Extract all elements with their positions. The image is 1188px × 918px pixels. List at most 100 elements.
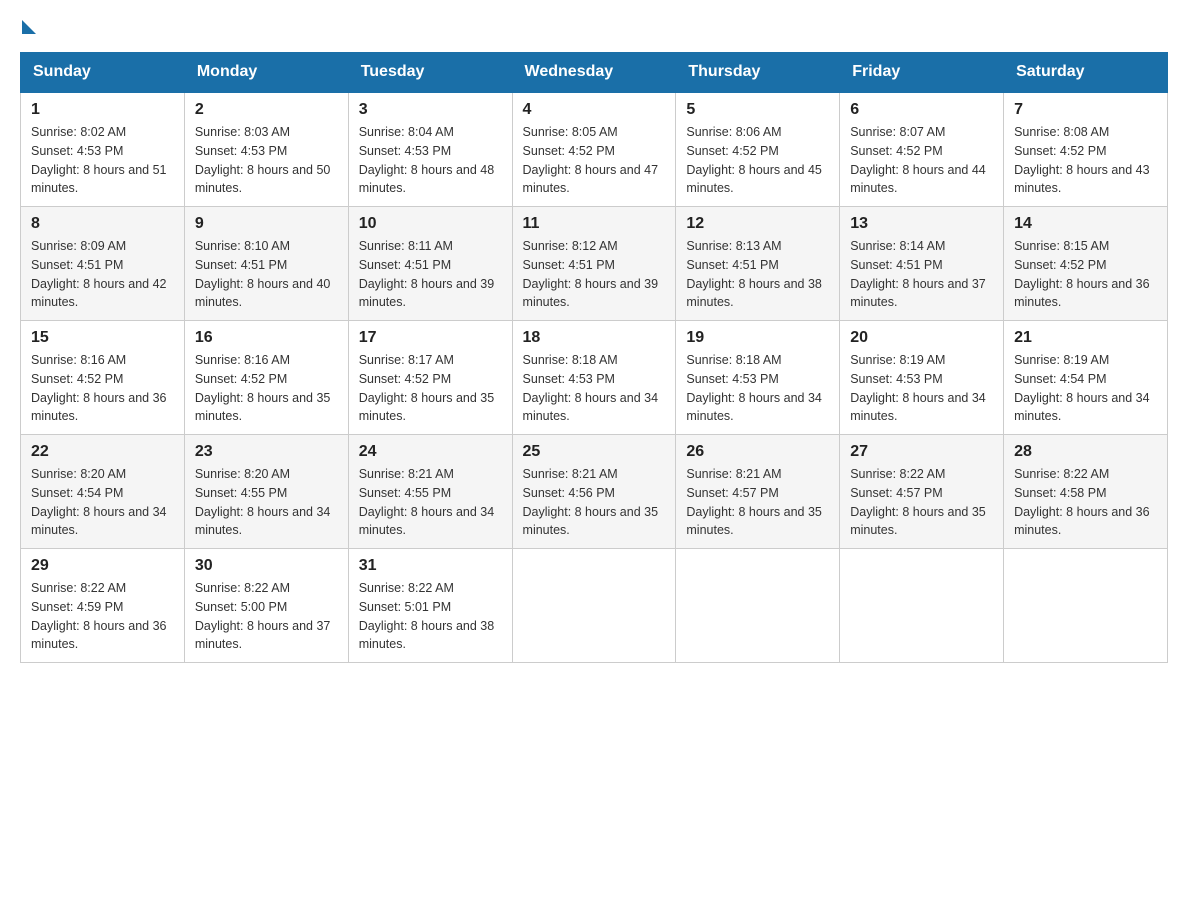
day-number: 29 (31, 557, 174, 575)
day-info: Sunrise: 8:20 AMSunset: 4:55 PMDaylight:… (195, 465, 338, 540)
day-info: Sunrise: 8:21 AMSunset: 4:55 PMDaylight:… (359, 465, 502, 540)
day-info: Sunrise: 8:03 AMSunset: 4:53 PMDaylight:… (195, 123, 338, 198)
calendar-cell: 19 Sunrise: 8:18 AMSunset: 4:53 PMDayligh… (676, 321, 840, 435)
calendar-cell (1004, 549, 1168, 663)
calendar-header-row: SundayMondayTuesdayWednesdayThursdayFrid… (21, 53, 1168, 93)
day-number: 20 (850, 329, 993, 347)
day-number: 15 (31, 329, 174, 347)
calendar-cell: 14 Sunrise: 8:15 AMSunset: 4:52 PMDayligh… (1004, 207, 1168, 321)
day-number: 24 (359, 443, 502, 461)
day-info: Sunrise: 8:12 AMSunset: 4:51 PMDaylight:… (523, 237, 666, 312)
calendar-cell: 30 Sunrise: 8:22 AMSunset: 5:00 PMDayligh… (184, 549, 348, 663)
column-header-saturday: Saturday (1004, 53, 1168, 93)
calendar-cell: 27Sunrise: 8:22 AMSunset: 4:57 PMDayligh… (840, 435, 1004, 549)
calendar-cell: 16 Sunrise: 8:16 AMSunset: 4:52 PMDayligh… (184, 321, 348, 435)
day-info: Sunrise: 8:14 AMSunset: 4:51 PMDaylight:… (850, 237, 993, 312)
day-info: Sunrise: 8:11 AMSunset: 4:51 PMDaylight:… (359, 237, 502, 312)
column-header-friday: Friday (840, 53, 1004, 93)
calendar-cell: 8 Sunrise: 8:09 AMSunset: 4:51 PMDaylight… (21, 207, 185, 321)
calendar-cell: 7 Sunrise: 8:08 AMSunset: 4:52 PMDaylight… (1004, 92, 1168, 207)
day-number: 7 (1014, 101, 1157, 119)
calendar-cell: 26 Sunrise: 8:21 AMSunset: 4:57 PMDayligh… (676, 435, 840, 549)
day-info: Sunrise: 8:21 AMSunset: 4:56 PMDaylight:… (523, 465, 666, 540)
calendar-cell: 12Sunrise: 8:13 AMSunset: 4:51 PMDayligh… (676, 207, 840, 321)
column-header-sunday: Sunday (21, 53, 185, 93)
day-number: 13 (850, 215, 993, 233)
calendar-cell: 28 Sunrise: 8:22 AMSunset: 4:58 PMDayligh… (1004, 435, 1168, 549)
day-info: Sunrise: 8:19 AMSunset: 4:54 PMDaylight:… (1014, 351, 1157, 426)
day-number: 26 (686, 443, 829, 461)
day-info: Sunrise: 8:22 AMSunset: 4:59 PMDaylight:… (31, 579, 174, 654)
day-info: Sunrise: 8:09 AMSunset: 4:51 PMDaylight:… (31, 237, 174, 312)
day-info: Sunrise: 8:22 AMSunset: 4:58 PMDaylight:… (1014, 465, 1157, 540)
day-number: 23 (195, 443, 338, 461)
calendar-week-row: 29 Sunrise: 8:22 AMSunset: 4:59 PMDayligh… (21, 549, 1168, 663)
day-number: 25 (523, 443, 666, 461)
calendar-cell (512, 549, 676, 663)
day-number: 8 (31, 215, 174, 233)
calendar-cell: 6 Sunrise: 8:07 AMSunset: 4:52 PMDaylight… (840, 92, 1004, 207)
calendar-cell: 5 Sunrise: 8:06 AMSunset: 4:52 PMDaylight… (676, 92, 840, 207)
day-number: 6 (850, 101, 993, 119)
calendar-cell: 17 Sunrise: 8:17 AMSunset: 4:52 PMDayligh… (348, 321, 512, 435)
calendar-cell: 21 Sunrise: 8:19 AMSunset: 4:54 PMDayligh… (1004, 321, 1168, 435)
day-number: 11 (523, 215, 666, 233)
calendar-week-row: 22 Sunrise: 8:20 AMSunset: 4:54 PMDayligh… (21, 435, 1168, 549)
day-info: Sunrise: 8:06 AMSunset: 4:52 PMDaylight:… (686, 123, 829, 198)
day-info: Sunrise: 8:22 AMSunset: 5:01 PMDaylight:… (359, 579, 502, 654)
day-info: Sunrise: 8:05 AMSunset: 4:52 PMDaylight:… (523, 123, 666, 198)
calendar-cell: 18Sunrise: 8:18 AMSunset: 4:53 PMDayligh… (512, 321, 676, 435)
day-info: Sunrise: 8:21 AMSunset: 4:57 PMDaylight:… (686, 465, 829, 540)
day-number: 28 (1014, 443, 1157, 461)
day-number: 16 (195, 329, 338, 347)
day-info: Sunrise: 8:16 AMSunset: 4:52 PMDaylight:… (31, 351, 174, 426)
calendar-cell: 24 Sunrise: 8:21 AMSunset: 4:55 PMDayligh… (348, 435, 512, 549)
calendar-cell: 15 Sunrise: 8:16 AMSunset: 4:52 PMDayligh… (21, 321, 185, 435)
day-info: Sunrise: 8:17 AMSunset: 4:52 PMDaylight:… (359, 351, 502, 426)
day-number: 10 (359, 215, 502, 233)
day-number: 21 (1014, 329, 1157, 347)
calendar-cell (840, 549, 1004, 663)
calendar-cell: 29 Sunrise: 8:22 AMSunset: 4:59 PMDayligh… (21, 549, 185, 663)
day-info: Sunrise: 8:10 AMSunset: 4:51 PMDaylight:… (195, 237, 338, 312)
day-number: 14 (1014, 215, 1157, 233)
day-info: Sunrise: 8:20 AMSunset: 4:54 PMDaylight:… (31, 465, 174, 540)
day-info: Sunrise: 8:18 AMSunset: 4:53 PMDaylight:… (686, 351, 829, 426)
logo-triangle-icon (22, 20, 36, 34)
calendar-cell: 11 Sunrise: 8:12 AMSunset: 4:51 PMDayligh… (512, 207, 676, 321)
calendar-cell (676, 549, 840, 663)
column-header-wednesday: Wednesday (512, 53, 676, 93)
calendar-week-row: 15 Sunrise: 8:16 AMSunset: 4:52 PMDayligh… (21, 321, 1168, 435)
day-info: Sunrise: 8:15 AMSunset: 4:52 PMDaylight:… (1014, 237, 1157, 312)
calendar-week-row: 8 Sunrise: 8:09 AMSunset: 4:51 PMDaylight… (21, 207, 1168, 321)
calendar-cell: 3 Sunrise: 8:04 AMSunset: 4:53 PMDaylight… (348, 92, 512, 207)
day-number: 3 (359, 101, 502, 119)
day-number: 22 (31, 443, 174, 461)
day-info: Sunrise: 8:07 AMSunset: 4:52 PMDaylight:… (850, 123, 993, 198)
day-info: Sunrise: 8:22 AMSunset: 5:00 PMDaylight:… (195, 579, 338, 654)
column-header-thursday: Thursday (676, 53, 840, 93)
calendar-week-row: 1 Sunrise: 8:02 AMSunset: 4:53 PMDaylight… (21, 92, 1168, 207)
day-number: 2 (195, 101, 338, 119)
calendar-cell: 1 Sunrise: 8:02 AMSunset: 4:53 PMDaylight… (21, 92, 185, 207)
day-number: 5 (686, 101, 829, 119)
day-number: 18 (523, 329, 666, 347)
day-number: 17 (359, 329, 502, 347)
calendar-cell: 25 Sunrise: 8:21 AMSunset: 4:56 PMDayligh… (512, 435, 676, 549)
day-info: Sunrise: 8:08 AMSunset: 4:52 PMDaylight:… (1014, 123, 1157, 198)
day-number: 30 (195, 557, 338, 575)
logo (20, 20, 36, 32)
day-number: 19 (686, 329, 829, 347)
day-info: Sunrise: 8:16 AMSunset: 4:52 PMDaylight:… (195, 351, 338, 426)
day-number: 27 (850, 443, 993, 461)
calendar-cell: 10 Sunrise: 8:11 AMSunset: 4:51 PMDayligh… (348, 207, 512, 321)
calendar-cell: 13 Sunrise: 8:14 AMSunset: 4:51 PMDayligh… (840, 207, 1004, 321)
day-number: 1 (31, 101, 174, 119)
calendar-cell: 9Sunrise: 8:10 AMSunset: 4:51 PMDaylight… (184, 207, 348, 321)
column-header-tuesday: Tuesday (348, 53, 512, 93)
calendar-table: SundayMondayTuesdayWednesdayThursdayFrid… (20, 52, 1168, 663)
day-info: Sunrise: 8:02 AMSunset: 4:53 PMDaylight:… (31, 123, 174, 198)
column-header-monday: Monday (184, 53, 348, 93)
calendar-cell: 23 Sunrise: 8:20 AMSunset: 4:55 PMDayligh… (184, 435, 348, 549)
day-info: Sunrise: 8:04 AMSunset: 4:53 PMDaylight:… (359, 123, 502, 198)
